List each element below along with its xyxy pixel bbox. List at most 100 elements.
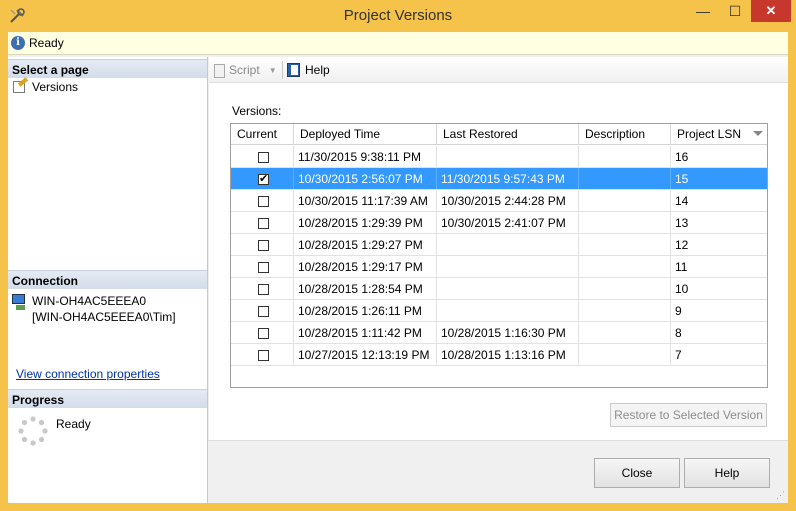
title-bar[interactable]: Project Versions — ☐ ✕ [0, 0, 796, 32]
cell-deployed-time: 10/28/2015 1:29:17 PM [294, 256, 437, 277]
table-row[interactable]: 10/28/2015 1:11:42 PM 10/28/2015 1:16:30 … [231, 322, 767, 344]
minimize-button[interactable]: — [688, 0, 718, 22]
cell-deployed-time: 11/30/2015 9:38:11 PM [294, 146, 437, 167]
cell-current [231, 212, 294, 233]
connection-header: Connection [8, 270, 207, 289]
cell-last-restored [437, 278, 579, 299]
table-row[interactable]: 10/28/2015 1:26:11 PM 9 [231, 300, 767, 322]
cell-project-lsn: 11 [675, 260, 688, 274]
cell-project-lsn: 8 [675, 326, 682, 340]
cell-project-lsn: 15 [675, 172, 689, 186]
window-title: Project Versions [343, 7, 453, 24]
connection-server: WIN-OH4AC5EEEA0 [32, 294, 147, 308]
script-label: Script [229, 63, 260, 77]
column-header-last-restored[interactable]: Last Restored [437, 124, 579, 145]
current-checkbox[interactable] [258, 196, 269, 207]
cell-current [231, 146, 294, 167]
sort-descending-icon [753, 131, 763, 136]
column-header-description[interactable]: Description [579, 124, 671, 145]
table-row[interactable]: 10/30/2015 2:56:07 PM11/30/2015 9:57:43 … [231, 168, 767, 190]
cell-current [231, 344, 294, 365]
toolbar-separator [282, 61, 283, 79]
current-checkbox[interactable] [258, 152, 269, 163]
current-checkbox[interactable] [258, 328, 269, 339]
status-bar: i Ready [8, 32, 788, 55]
current-checkbox[interactable] [258, 262, 269, 273]
table-row[interactable]: 11/30/2015 9:38:11 PM 16 [231, 146, 767, 168]
current-checkbox[interactable] [258, 172, 269, 185]
cell-last-restored: 10/28/2015 1:16:30 PM [437, 322, 579, 343]
cell-current [231, 234, 294, 255]
cell-last-restored [437, 146, 579, 167]
cell-deployed-time: 10/30/2015 11:17:39 AM [294, 190, 437, 211]
table-row[interactable]: 10/27/2015 12:13:19 PM 10/28/2015 1:13:16… [231, 344, 767, 366]
view-connection-properties-link[interactable]: View connection properties [16, 367, 160, 381]
cell-deployed-time: 10/28/2015 1:26:11 PM [294, 300, 437, 321]
progress-text: Ready [56, 417, 91, 431]
current-checkbox[interactable] [258, 350, 269, 361]
cell-project-lsn: 12 [675, 238, 689, 252]
cell-description [579, 322, 671, 343]
cell-last-restored: 10/30/2015 2:41:07 PM [437, 212, 579, 233]
cell-description [579, 256, 671, 277]
cell-project-lsn: 10 [675, 282, 689, 296]
cell-current [231, 278, 294, 299]
current-checkbox[interactable] [258, 306, 269, 317]
versions-grid[interactable]: Current Deployed Time Last Restored Desc… [230, 123, 768, 388]
cell-current [231, 190, 294, 211]
cell-description [579, 278, 671, 299]
close-button[interactable]: Close [594, 458, 680, 488]
client-area: i Ready Select a page Versions Connectio… [8, 32, 788, 503]
cell-last-restored [437, 300, 579, 321]
cell-last-restored [437, 256, 579, 277]
progress-header: Progress [8, 389, 207, 408]
server-icon [12, 294, 28, 312]
resize-grip-icon[interactable]: ⋰ [776, 491, 786, 501]
table-row[interactable]: 10/30/2015 11:17:39 AM 10/30/2015 2:44:28… [231, 190, 767, 212]
table-row[interactable]: 10/28/2015 1:29:39 PM 10/30/2015 2:41:07 … [231, 212, 767, 234]
cell-project-lsn: 13 [675, 216, 689, 230]
page-item-label: Versions [32, 80, 79, 94]
cell-description [579, 168, 671, 189]
column-header-project-lsn[interactable]: Project LSN [671, 124, 767, 145]
help-toolbar-button[interactable]: Help [286, 62, 330, 78]
cell-current [231, 322, 294, 343]
grid-header: Current Deployed Time Last Restored Desc… [231, 124, 767, 145]
script-button[interactable]: Script ▼ [212, 62, 277, 78]
right-pane: Script ▼ Help Versions: Current Deployed… [209, 57, 788, 440]
progress-spinner-icon [18, 416, 48, 446]
column-header-project-lsn-label: Project LSN [677, 127, 742, 141]
page-item-versions[interactable]: Versions [12, 77, 79, 95]
current-checkbox[interactable] [258, 284, 269, 295]
cell-description [579, 234, 671, 255]
cell-deployed-time: 10/30/2015 2:56:07 PM [294, 168, 437, 189]
table-row[interactable]: 10/28/2015 1:28:54 PM 10 [231, 278, 767, 300]
help-book-icon [286, 62, 302, 78]
chevron-down-icon[interactable]: ▼ [269, 66, 277, 75]
cell-deployed-time: 10/28/2015 1:11:42 PM [294, 322, 437, 343]
dialog-window: Project Versions — ☐ ✕ i Ready Select a … [0, 0, 796, 511]
column-header-deployed-time[interactable]: Deployed Time [294, 124, 437, 145]
maximize-button[interactable]: ☐ [720, 0, 750, 22]
versions-label: Versions: [232, 104, 282, 118]
current-checkbox[interactable] [258, 218, 269, 229]
left-pane: Select a page Versions Connection WIN-OH… [8, 57, 208, 503]
select-page-header: Select a page [8, 59, 207, 78]
cell-deployed-time: 10/28/2015 1:29:39 PM [294, 212, 437, 233]
toolbar: Script ▼ Help [209, 57, 788, 83]
table-row[interactable]: 10/28/2015 1:29:17 PM 11 [231, 256, 767, 278]
table-row[interactable]: 10/28/2015 1:29:27 PM 12 [231, 234, 767, 256]
help-label: Help [305, 63, 330, 77]
close-window-button[interactable]: ✕ [751, 0, 791, 22]
current-checkbox[interactable] [258, 240, 269, 251]
column-header-current[interactable]: Current [231, 124, 294, 145]
page-edit-icon [12, 77, 29, 94]
restore-to-selected-version-button[interactable]: Restore to Selected Version [610, 403, 767, 427]
cell-project-lsn: 16 [675, 150, 689, 164]
cell-description [579, 300, 671, 321]
help-button[interactable]: Help [684, 458, 770, 488]
cell-deployed-time: 10/27/2015 12:13:19 PM [294, 344, 437, 365]
connection-user: [WIN-OH4AC5EEEA0\Tim] [32, 310, 176, 324]
cell-deployed-time: 10/28/2015 1:29:27 PM [294, 234, 437, 255]
cell-deployed-time: 10/28/2015 1:28:54 PM [294, 278, 437, 299]
